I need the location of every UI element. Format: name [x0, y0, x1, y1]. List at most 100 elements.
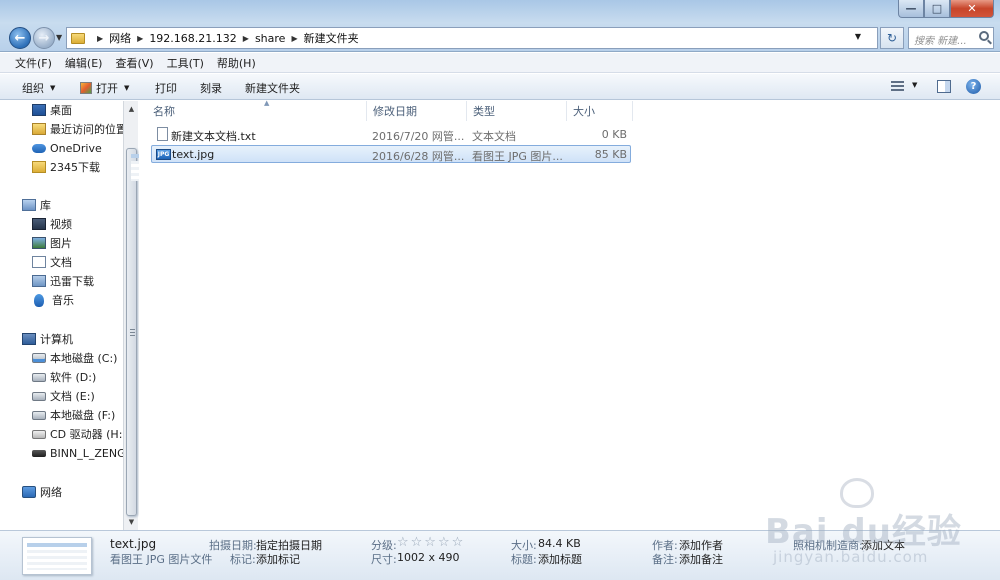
scrollbar-thumb[interactable]: [126, 148, 191, 516]
file-size: 85 KB: [594, 148, 627, 161]
sidebar-item-pictures[interactable]: 图片: [32, 234, 72, 252]
sidebar-item-label: OneDrive: [50, 141, 102, 155]
menu-help[interactable]: 帮助(H): [217, 55, 256, 71]
forward-button[interactable]: →: [33, 27, 55, 49]
search-icon[interactable]: [979, 31, 989, 41]
breadcrumb-current-folder[interactable]: 新建文件夹: [304, 30, 359, 46]
column-header-date[interactable]: 修改日期: [367, 101, 467, 121]
chevron-down-icon[interactable]: ▼: [855, 32, 861, 41]
sidebar-item-desktop[interactable]: 桌面: [32, 101, 72, 119]
burn-button[interactable]: 刻录: [200, 80, 222, 96]
sidebar-item-2345-downloads[interactable]: 2345下载: [32, 158, 100, 176]
title-bar: — □ ✕ ← → ▼ ▶ 网络 ▶ 192.168.21.132 ▶ shar…: [0, 0, 1000, 52]
sidebar-item-label: 网络: [40, 486, 62, 499]
sidebar-group-computer[interactable]: 计算机: [22, 330, 73, 348]
breadcrumb-share[interactable]: share: [255, 32, 286, 45]
sidebar-item-label: 图片: [50, 237, 72, 250]
breadcrumb-network[interactable]: 网络: [109, 30, 131, 46]
camera-maker-value[interactable]: 添加文本: [861, 537, 905, 553]
recent-pages-dropdown[interactable]: ▼: [56, 33, 62, 42]
sidebar-item-drive-f[interactable]: 本地磁盘 (F:): [32, 406, 115, 424]
menu-view[interactable]: 查看(V): [115, 55, 153, 71]
column-header-size[interactable]: 大小: [567, 101, 633, 121]
back-arrow-icon: ←: [14, 30, 26, 46]
sidebar-item-xunlei-downloads[interactable]: 迅雷下载: [32, 272, 94, 290]
navigation-pane: 桌面 最近访问的位置 OneDrive 2345下载 库 视频 图片 文档 迅雷…: [0, 101, 123, 530]
sidebar-item-recent[interactable]: 最近访问的位置: [32, 120, 123, 138]
chevron-right-icon[interactable]: ▶: [291, 34, 297, 43]
music-icon: [34, 293, 44, 307]
refresh-button[interactable]: ↻: [880, 27, 904, 49]
scroll-down-icon[interactable]: ▼: [124, 514, 139, 530]
breadcrumb-host[interactable]: 192.168.21.132: [149, 32, 236, 45]
organize-label: 组织: [22, 82, 44, 95]
sidebar-item-music[interactable]: 音乐: [32, 291, 74, 309]
picture-icon: [32, 237, 46, 249]
chevron-right-icon[interactable]: ▶: [137, 34, 143, 43]
back-button[interactable]: ←: [9, 27, 31, 49]
sidebar-item-label: 本地磁盘 (C:): [50, 352, 118, 365]
usb-drive-icon: [32, 449, 46, 457]
maximize-button[interactable]: □: [924, 0, 950, 18]
open-label: 打开: [96, 82, 118, 95]
document-icon: [32, 256, 46, 268]
menu-tools[interactable]: 工具(T): [167, 55, 204, 71]
forward-arrow-icon: →: [38, 30, 50, 46]
sidebar-item-label: 库: [40, 199, 51, 212]
download-folder-icon: [32, 275, 46, 287]
chevron-right-icon[interactable]: ▶: [97, 34, 103, 43]
view-options-icon[interactable]: [891, 81, 904, 92]
sidebar-item-network[interactable]: 网络: [22, 483, 62, 501]
window-controls: — □ ✕: [898, 0, 994, 18]
column-label: 类型: [473, 105, 495, 118]
computer-icon: [22, 333, 36, 345]
organize-button[interactable]: 组织 ▼: [22, 80, 55, 96]
print-button[interactable]: 打印: [155, 80, 177, 96]
sidebar-item-drive-h[interactable]: CD 驱动器 (H:): [32, 425, 123, 443]
folder-icon: [71, 32, 85, 44]
chevron-down-icon[interactable]: ▼: [912, 81, 917, 89]
sidebar-item-label: 最近访问的位置: [50, 123, 123, 136]
cd-drive-icon: [32, 429, 46, 439]
file-row-selected[interactable]: JPG text.jpg 2016/6/28 网管... 看图王 JPG 图片.…: [151, 145, 631, 163]
sidebar-item-videos[interactable]: 视频: [32, 215, 72, 233]
grip-icon: [130, 329, 135, 336]
sidebar-item-usb-drive[interactable]: BINN_L_ZENG (: [32, 444, 123, 462]
sidebar-item-drive-c[interactable]: 本地磁盘 (C:): [32, 349, 117, 367]
navigation-scrollbar[interactable]: ▲ ▼: [123, 101, 191, 530]
sidebar-item-drive-d[interactable]: 软件 (D:): [32, 368, 96, 386]
help-icon[interactable]: ?: [966, 79, 981, 94]
cloud-icon: [32, 143, 46, 153]
close-button[interactable]: ✕: [950, 0, 994, 18]
chevron-down-icon: ▼: [50, 84, 56, 92]
sidebar-item-drive-e[interactable]: 文档 (E:): [32, 387, 95, 405]
search-input[interactable]: 搜索 新建...: [908, 27, 994, 49]
folder-icon: [32, 161, 46, 173]
rating-stars[interactable]: ☆☆☆☆☆: [397, 535, 465, 550]
tags-value[interactable]: 添加标记: [256, 551, 300, 567]
comments-label: 备注:: [652, 553, 678, 566]
scroll-up-icon[interactable]: ▲: [124, 101, 139, 117]
sidebar-item-label: 迅雷下载: [50, 275, 94, 288]
recent-places-icon: [32, 123, 46, 135]
column-header-name[interactable]: 名称 ▲: [147, 99, 367, 121]
preview-pane-icon[interactable]: [937, 80, 951, 93]
open-button[interactable]: 打开 ▼: [80, 80, 129, 96]
menu-file[interactable]: 文件(F): [15, 55, 52, 71]
sidebar-item-label: 文档: [50, 256, 72, 269]
comments-value[interactable]: 添加备注: [679, 551, 723, 567]
minimize-button[interactable]: —: [898, 0, 924, 18]
menu-edit[interactable]: 编辑(E): [65, 55, 103, 71]
chevron-right-icon[interactable]: ▶: [243, 34, 249, 43]
network-icon: [22, 486, 36, 498]
file-row[interactable]: 新建文本文档.txt 2016/7/20 网管... 文本文档 0 KB: [151, 126, 631, 144]
sidebar-item-onedrive[interactable]: OneDrive: [32, 139, 102, 157]
new-folder-button[interactable]: 新建文件夹: [245, 80, 300, 96]
sidebar-group-libraries[interactable]: 库: [22, 196, 51, 214]
address-bar[interactable]: ▶ 网络 ▶ 192.168.21.132 ▶ share ▶ 新建文件夹 ▼: [66, 27, 878, 49]
column-header-type[interactable]: 类型: [467, 101, 567, 121]
chevron-down-icon[interactable]: ▼: [124, 84, 129, 92]
title-value[interactable]: 添加标题: [538, 551, 582, 567]
dimensions-value: 1002 x 490: [397, 551, 460, 564]
sidebar-item-documents[interactable]: 文档: [32, 253, 72, 271]
